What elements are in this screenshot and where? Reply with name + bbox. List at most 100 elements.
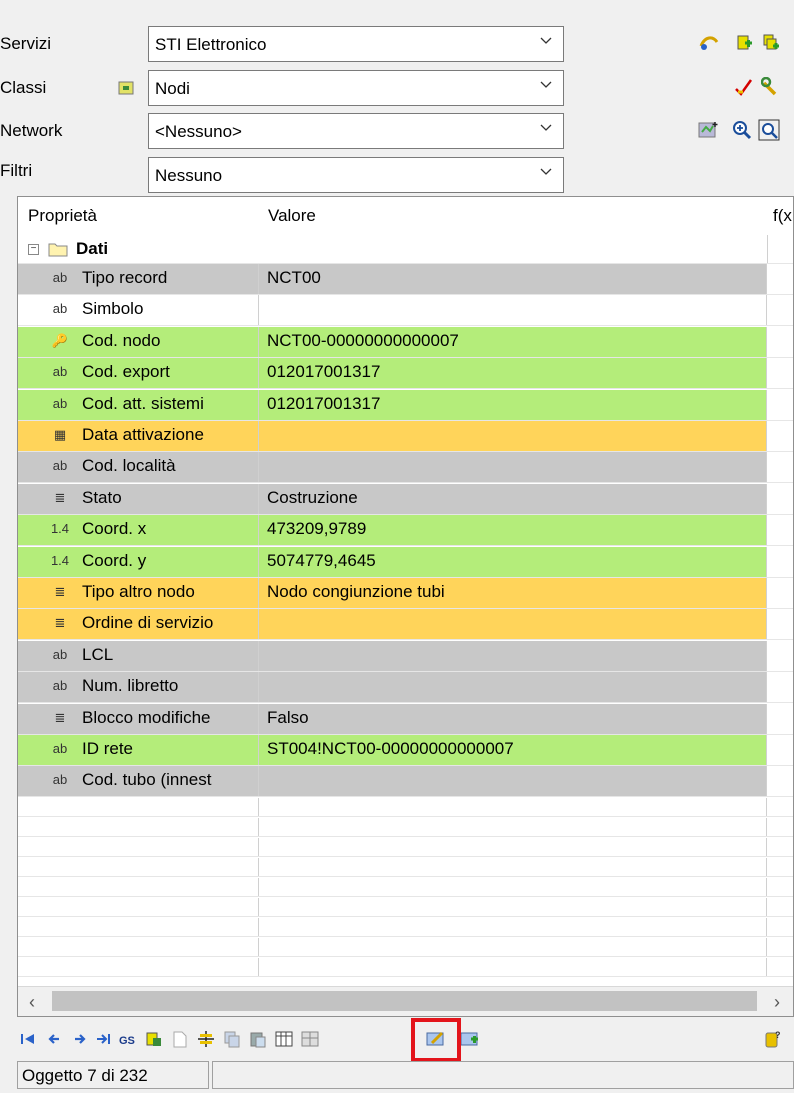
- property-type-icon: ≣: [54, 709, 66, 725]
- header-value[interactable]: Valore: [268, 206, 316, 226]
- align-icon[interactable]: [195, 1028, 217, 1050]
- formula-cell[interactable]: [767, 515, 793, 546]
- formula-cell[interactable]: [767, 640, 793, 671]
- property-value-cell[interactable]: [259, 766, 767, 797]
- add-layer-icon[interactable]: [733, 32, 755, 54]
- property-row[interactable]: ≣ Tipo altro nodo Nodo congiunzione tubi: [18, 578, 793, 609]
- connect-icon[interactable]: [698, 32, 720, 54]
- property-value-cell[interactable]: 473209,9789: [259, 515, 767, 546]
- formula-cell[interactable]: [767, 578, 793, 608]
- header-formula[interactable]: f(x: [773, 206, 792, 226]
- property-value-cell[interactable]: [259, 640, 767, 671]
- save-icon[interactable]: [459, 1028, 481, 1050]
- formula-cell[interactable]: [767, 295, 793, 326]
- property-value-cell[interactable]: [259, 421, 767, 451]
- empty-row: [18, 937, 793, 957]
- property-type-icon: ab: [52, 270, 68, 285]
- gs-icon[interactable]: GS: [117, 1028, 139, 1050]
- network-label: Network: [0, 121, 63, 140]
- property-row[interactable]: ab Cod. att. sistemi 012017001317: [18, 389, 793, 421]
- property-row[interactable]: ≣ Stato Costruzione: [18, 483, 793, 515]
- paste-icon[interactable]: [247, 1028, 269, 1050]
- add-layers-icon[interactable]: [760, 32, 782, 54]
- formula-cell[interactable]: [767, 735, 793, 765]
- attach-icon[interactable]: [143, 1028, 165, 1050]
- property-label: Blocco modifiche: [82, 707, 211, 727]
- property-row[interactable]: ≣ Ordine di servizio: [18, 609, 793, 641]
- network-map-icon[interactable]: [698, 119, 720, 141]
- property-row[interactable]: ≣ Blocco modifiche Falso: [18, 703, 793, 735]
- property-label: Cod. nodo: [82, 330, 161, 350]
- wrench-icon[interactable]: [760, 76, 782, 98]
- property-row[interactable]: ▦ Data attivazione: [18, 421, 793, 452]
- property-row[interactable]: ab ID rete ST004!NCT00-00000000000007: [18, 735, 793, 766]
- grid-icon[interactable]: [299, 1028, 321, 1050]
- filtri-select[interactable]: Nessuno: [148, 157, 564, 193]
- property-type-icon: ab: [52, 458, 68, 474]
- property-row[interactable]: ab Num. libretto: [18, 672, 793, 704]
- property-value-cell[interactable]: [259, 609, 767, 640]
- property-type-icon: ab: [52, 364, 68, 380]
- status-bar-secondary: [212, 1061, 794, 1089]
- zoom-icon[interactable]: [731, 119, 753, 141]
- first-record-icon[interactable]: [17, 1028, 39, 1050]
- formula-cell[interactable]: [767, 672, 793, 703]
- formula-cell[interactable]: [767, 264, 793, 294]
- classi-select[interactable]: Nodi: [148, 70, 564, 106]
- formula-cell[interactable]: [767, 326, 793, 357]
- property-value: 473209,9789: [267, 519, 367, 539]
- empty-row: [18, 857, 793, 877]
- property-value-cell[interactable]: Falso: [259, 703, 767, 734]
- check-edit-icon[interactable]: [733, 76, 755, 98]
- formula-cell[interactable]: [767, 483, 793, 514]
- prev-record-icon[interactable]: [43, 1028, 65, 1050]
- new-icon[interactable]: [169, 1028, 191, 1050]
- property-row[interactable]: 🔑 Cod. nodo NCT00-00000000000007: [18, 326, 793, 358]
- info-icon[interactable]: ?: [761, 1028, 783, 1050]
- property-value-cell[interactable]: ST004!NCT00-00000000000007: [259, 735, 767, 765]
- next-record-icon[interactable]: [69, 1028, 91, 1050]
- collapse-icon[interactable]: −: [28, 244, 39, 255]
- group-row-dati[interactable]: − Dati: [18, 235, 793, 264]
- table-icon[interactable]: [273, 1028, 295, 1050]
- property-value-cell[interactable]: 5074779,4645: [259, 546, 767, 577]
- copy-icon[interactable]: [221, 1028, 243, 1050]
- scroll-left-icon[interactable]: ‹: [22, 992, 42, 1012]
- property-value-cell[interactable]: NCT00-00000000000007: [259, 326, 767, 357]
- formula-cell[interactable]: [767, 452, 793, 483]
- property-row[interactable]: ab Cod. località: [18, 452, 793, 484]
- classi-value: Nodi: [155, 79, 190, 98]
- property-value-cell[interactable]: Nodo congiunzione tubi: [259, 578, 767, 608]
- scroll-right-icon[interactable]: ›: [767, 992, 787, 1012]
- scrollbar-thumb[interactable]: [52, 991, 757, 1011]
- property-value-cell[interactable]: [259, 452, 767, 483]
- network-select[interactable]: <Nessuno>: [148, 113, 564, 149]
- formula-cell[interactable]: [767, 703, 793, 734]
- property-row[interactable]: 1.4 Coord. y 5074779,4645: [18, 546, 793, 578]
- zoom-extent-icon[interactable]: [758, 119, 780, 141]
- last-record-icon[interactable]: [93, 1028, 115, 1050]
- servizi-select[interactable]: STI Elettronico: [148, 26, 564, 62]
- formula-cell[interactable]: [767, 421, 793, 451]
- formula-cell[interactable]: [767, 766, 793, 797]
- formula-cell[interactable]: [767, 546, 793, 577]
- horizontal-scrollbar[interactable]: ‹ ›: [18, 986, 793, 1016]
- property-value-cell[interactable]: 012017001317: [259, 358, 767, 389]
- property-value-cell[interactable]: [259, 295, 767, 326]
- property-row[interactable]: ab Cod. tubo (innest​: [18, 766, 793, 798]
- property-value: Nodo congiunzione tubi: [267, 582, 445, 601]
- formula-cell[interactable]: [767, 389, 793, 420]
- property-row[interactable]: ab Tipo record NCT00: [18, 264, 793, 295]
- property-value-cell[interactable]: Costruzione: [259, 483, 767, 514]
- property-value-cell[interactable]: NCT00: [259, 264, 767, 294]
- property-row[interactable]: ab Simbolo: [18, 295, 793, 327]
- formula-cell[interactable]: [767, 609, 793, 640]
- property-value-cell[interactable]: 012017001317: [259, 389, 767, 420]
- property-row[interactable]: ab LCL: [18, 640, 793, 672]
- property-value-cell[interactable]: [259, 672, 767, 703]
- formula-cell[interactable]: [767, 358, 793, 389]
- property-row[interactable]: ab Cod. export 012017001317: [18, 358, 793, 390]
- property-row[interactable]: 1.4 Coord. x 473209,9789: [18, 515, 793, 547]
- empty-row: [18, 877, 793, 897]
- header-property[interactable]: Proprietà: [28, 206, 97, 226]
